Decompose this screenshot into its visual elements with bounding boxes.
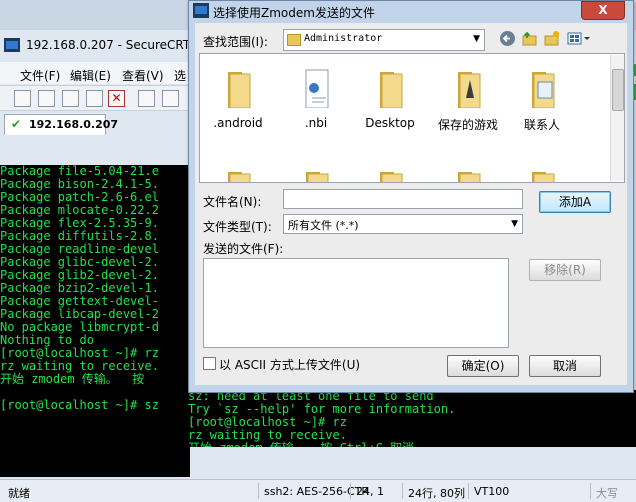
sent-files-label: 发送的文件(F): <box>203 242 284 256</box>
folder-icon <box>228 72 251 108</box>
crt-toolbar: ✕ <box>0 85 200 111</box>
sent-files-list[interactable] <box>203 258 509 348</box>
remove-button[interactable]: 移除(R) <box>529 259 601 281</box>
filetype-select[interactable]: 所有文件 (*.*) ▼ <box>283 214 523 234</box>
file-label: 保存的游戏 <box>437 118 498 132</box>
ascii-label: 以 ASCII 方式上传文件(U) <box>219 358 361 372</box>
lookin-select[interactable]: Administrator ▼ <box>283 29 485 51</box>
menu-edit[interactable]: 编辑(E) <box>70 67 111 84</box>
dialog-title: 选择使用Zmodem发送的文件 <box>213 6 375 20</box>
filename-input[interactable] <box>283 189 523 209</box>
status-size: 24行, 80列 <box>408 487 465 500</box>
contacts-folder-icon <box>532 72 555 108</box>
file-item[interactable] <box>508 162 576 182</box>
filetype-value: 所有文件 (*.*) <box>288 219 359 232</box>
chevron-down-icon: ▼ <box>473 34 480 44</box>
menu-file[interactable]: 文件(F) <box>20 67 60 84</box>
file-item[interactable] <box>434 162 502 182</box>
terminal-line: [root@localhost ~]# sz <box>0 398 159 412</box>
securecrt-icon <box>4 38 20 52</box>
close-button[interactable]: X <box>581 1 625 20</box>
connect-tab-icon[interactable] <box>62 90 79 107</box>
file-list[interactable]: .android .nbi Desktop 保存的游戏 联系人 <box>199 53 625 183</box>
ok-button[interactable]: 确定(O) <box>447 355 519 377</box>
paste-icon[interactable] <box>162 90 179 107</box>
session-tab-label: 192.168.0.207 <box>29 118 119 131</box>
folder-icon <box>380 172 403 182</box>
folder-icon <box>228 172 251 182</box>
chevron-down-icon: ▼ <box>511 219 518 229</box>
file-item[interactable] <box>204 162 272 182</box>
lookin-value: Administrator <box>304 33 383 44</box>
file-item[interactable] <box>282 162 350 182</box>
cancel-button[interactable]: 取消 <box>529 355 601 377</box>
crt-menubar: 文件(F) 编辑(E) 查看(V) 选 <box>0 62 200 84</box>
disconnect-icon[interactable]: ✕ <box>108 90 125 107</box>
scroll-thumb[interactable] <box>612 69 624 111</box>
crt-title-bar: 192.168.0.207 - SecureCRT <box>0 30 200 60</box>
up-folder-icon[interactable] <box>521 30 538 47</box>
new-folder-icon[interactable] <box>543 30 560 47</box>
copy-icon[interactable] <box>138 90 155 107</box>
file-list-scrollbar[interactable] <box>610 55 624 181</box>
menu-view[interactable]: 查看(V) <box>122 67 164 84</box>
zmodem-dialog: 选择使用Zmodem发送的文件 X 查找范围(I): Administrator… <box>188 0 634 393</box>
terminal-line: 开始 zmodem 传输。 按 Ctrl+C 取消。 <box>188 442 636 448</box>
file-item[interactable]: Desktop <box>356 62 424 152</box>
file-item[interactable]: 保存的游戏 <box>434 62 502 152</box>
reconnect-icon[interactable] <box>86 90 103 107</box>
dialog-title-bar[interactable]: 选择使用Zmodem发送的文件 X <box>189 1 633 21</box>
file-label: .android <box>213 116 263 130</box>
file-item[interactable]: .android <box>204 62 272 152</box>
crt-title: 192.168.0.207 - SecureCRT <box>26 38 191 52</box>
add-button[interactable]: 添加A <box>539 191 611 213</box>
quick-connect-icon[interactable] <box>38 90 55 107</box>
ascii-checkbox[interactable] <box>203 357 216 370</box>
file-item[interactable]: 联系人 <box>508 62 576 152</box>
check-icon: ✔ <box>11 117 22 131</box>
status-caps: 大写 <box>596 487 618 500</box>
file-label: Desktop <box>365 116 415 130</box>
filename-label: 文件名(N): <box>203 195 262 209</box>
status-term: VT100 <box>474 485 510 498</box>
folder-icon <box>532 172 555 182</box>
file-item[interactable]: .nbi <box>282 62 350 152</box>
status-cipher: ssh2: AES-256-CTR <box>264 485 370 498</box>
menu-options[interactable]: 选 <box>174 67 186 84</box>
file-label: 联系人 <box>523 118 560 132</box>
file-label: .nbi <box>304 116 328 130</box>
document-icon <box>305 69 329 108</box>
status-bar: 就绪 ssh2: AES-256-CTR 24, 1 24行, 80列 VT10… <box>0 479 636 502</box>
back-icon[interactable] <box>499 30 516 47</box>
status-cursor: 24, 1 <box>356 485 384 498</box>
terminal-lower[interactable]: sz: need at least one file to send Try `s… <box>188 390 636 447</box>
session-tab[interactable]: ✔ 192.168.0.207 <box>4 114 118 135</box>
lookin-label: 查找范围(I): <box>203 35 268 49</box>
folder-icon <box>306 172 329 182</box>
folder-icon <box>287 34 301 46</box>
dialog-app-icon <box>193 3 209 18</box>
terminal-area[interactable]: Package file-5.04-21.e Package bison-2.4.… <box>0 165 190 477</box>
filetype-label: 文件类型(T): <box>203 220 272 234</box>
file-item[interactable] <box>356 162 424 182</box>
dialog-body: 查找范围(I): Administrator ▼ .android .nbi D… <box>195 23 627 385</box>
folder-icon <box>458 172 481 182</box>
status-ready: 就绪 <box>8 487 30 500</box>
connect-icon[interactable] <box>14 90 31 107</box>
terminal-line: 开始 zmodem 传输。 按 <box>0 372 145 386</box>
saved-games-folder-icon <box>458 72 481 108</box>
folder-icon <box>380 72 403 108</box>
view-menu-icon[interactable] <box>567 30 593 47</box>
